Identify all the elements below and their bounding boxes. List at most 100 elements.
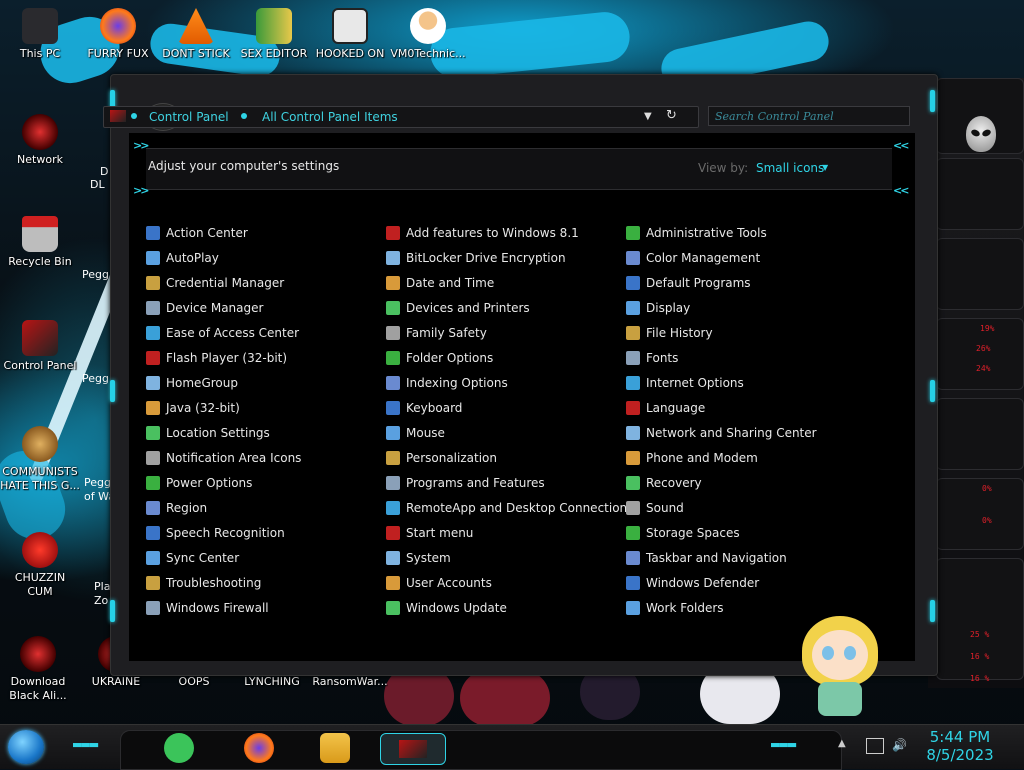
cp-item-system[interactable]: System xyxy=(386,548,451,568)
cp-item-location-settings[interactable]: Location Settings xyxy=(146,423,270,443)
cp-item-windows-update[interactable]: Windows Update xyxy=(386,598,507,618)
cp-item-icon xyxy=(386,576,400,590)
cp-item-autoplay[interactable]: AutoPlay xyxy=(146,248,219,268)
cp-item-flash-player-32-bit[interactable]: Flash Player (32-bit) xyxy=(146,348,287,368)
alien-download-icon xyxy=(20,636,56,672)
partial-icon-label: D xyxy=(100,165,109,178)
cp-item-notification-area-icons[interactable]: Notification Area Icons xyxy=(146,448,301,468)
cp-item-label: Fonts xyxy=(646,351,679,365)
desktop-icon-chuzzin-cum[interactable]: CHUZZIN CUM xyxy=(2,532,78,599)
desktop-icon-this-pc[interactable]: This PC xyxy=(2,8,78,61)
cp-item-action-center[interactable]: Action Center xyxy=(146,223,248,243)
desktop-icon-dont-stick[interactable]: DONT STICK xyxy=(158,8,234,61)
taskbar-chevron-icon: ▬▬▬ xyxy=(770,738,797,751)
cp-item-devices-and-printers[interactable]: Devices and Printers xyxy=(386,298,530,318)
cp-item-phone-and-modem[interactable]: Phone and Modem xyxy=(626,448,758,468)
breadcrumb-all-items[interactable]: All Control Panel Items xyxy=(262,110,398,124)
address-dropdown-icon[interactable]: ▼ xyxy=(644,111,652,122)
cp-item-file-history[interactable]: File History xyxy=(626,323,713,343)
cp-item-icon xyxy=(386,601,400,615)
cp-item-label: Language xyxy=(646,401,706,415)
firefox-taskbar-icon[interactable] xyxy=(244,733,274,763)
cp-item-label: Flash Player (32-bit) xyxy=(166,351,288,365)
network-tray-icon[interactable] xyxy=(866,738,884,754)
cp-item-label: HomeGroup xyxy=(166,376,238,390)
cp-item-icon xyxy=(626,351,640,365)
cp-item-display[interactable]: Display xyxy=(626,298,690,318)
cp-item-icon xyxy=(386,251,400,265)
cp-item-troubleshooting[interactable]: Troubleshooting xyxy=(146,573,261,593)
cp-item-date-and-time[interactable]: Date and Time xyxy=(386,273,494,293)
maze-game-icon xyxy=(332,8,368,44)
cp-item-administrative-tools[interactable]: Administrative Tools xyxy=(626,223,767,243)
cp-item-windows-defender[interactable]: Windows Defender xyxy=(626,573,759,593)
desktop-icon-control-panel[interactable]: Control Panel xyxy=(2,320,78,373)
cp-item-icon xyxy=(626,326,640,340)
cp-item-family-safety[interactable]: Family Safety xyxy=(386,323,487,343)
breadcrumb-dot-icon xyxy=(131,113,137,119)
refresh-icon[interactable]: ↻ xyxy=(666,108,677,123)
cp-item-mouse[interactable]: Mouse xyxy=(386,423,445,443)
notes-app-icon[interactable] xyxy=(164,733,194,763)
control-panel-taskbar-button[interactable] xyxy=(380,733,446,765)
cp-item-color-management[interactable]: Color Management xyxy=(626,248,760,268)
cp-item-user-accounts[interactable]: User Accounts xyxy=(386,573,492,593)
cp-item-sound[interactable]: Sound xyxy=(626,498,684,518)
cp-item-add-features-to-windows-8-1[interactable]: Add features to Windows 8.1 xyxy=(386,223,579,243)
file-explorer-icon[interactable] xyxy=(320,733,350,763)
desktop-icon-vm0technician[interactable]: VM0Technic... xyxy=(390,8,466,61)
cp-item-recovery[interactable]: Recovery xyxy=(626,473,702,493)
cp-item-icon xyxy=(146,351,160,365)
search-input[interactable]: Search Control Panel xyxy=(708,106,910,126)
system-clock[interactable]: 5:44 PM 8/5/2023 xyxy=(920,728,1000,764)
cp-item-speech-recognition[interactable]: Speech Recognition xyxy=(146,523,285,543)
breadcrumb-control-panel[interactable]: Control Panel xyxy=(149,110,229,124)
desktop-icon-network[interactable]: Network xyxy=(2,114,78,167)
desktop-icon-download-black-ali[interactable]: Download Black Ali... xyxy=(0,636,76,703)
clock-time: 5:44 PM xyxy=(929,728,991,746)
cp-item-default-programs[interactable]: Default Programs xyxy=(626,273,751,293)
cp-item-folder-options[interactable]: Folder Options xyxy=(386,348,493,368)
cp-item-windows-firewall[interactable]: Windows Firewall xyxy=(146,598,269,618)
show-hidden-icons-icon[interactable]: ▲ xyxy=(838,738,854,752)
cp-item-storage-spaces[interactable]: Storage Spaces xyxy=(626,523,740,543)
cp-item-power-options[interactable]: Power Options xyxy=(146,473,252,493)
chevron-down-icon[interactable]: ▼ xyxy=(822,163,828,172)
cp-item-label: Keyboard xyxy=(406,401,463,415)
cp-item-indexing-options[interactable]: Indexing Options xyxy=(386,373,508,393)
cp-item-fonts[interactable]: Fonts xyxy=(626,348,678,368)
cp-item-credential-manager[interactable]: Credential Manager xyxy=(146,273,284,293)
desktop-icon-furry-fux[interactable]: FURRY FUX xyxy=(80,8,156,61)
desktop-icon-communists[interactable]: COMMUNISTS HATE THIS G... xyxy=(0,426,80,493)
cp-item-label: Windows Defender xyxy=(646,576,760,590)
cp-item-personalization[interactable]: Personalization xyxy=(386,448,497,468)
cp-item-label: Storage Spaces xyxy=(646,526,740,540)
desktop-icon-recycle-bin[interactable]: Recycle Bin xyxy=(2,216,78,269)
cp-item-label: Ease of Access Center xyxy=(166,326,300,340)
cp-item-keyboard[interactable]: Keyboard xyxy=(386,398,462,418)
cp-item-ease-of-access-center[interactable]: Ease of Access Center xyxy=(146,323,299,343)
cp-item-icon xyxy=(386,526,400,540)
volume-icon[interactable]: 🔊 xyxy=(892,738,908,752)
cp-item-region[interactable]: Region xyxy=(146,498,207,518)
cp-item-start-menu[interactable]: Start menu xyxy=(386,523,473,543)
cp-item-sync-center[interactable]: Sync Center xyxy=(146,548,239,568)
cp-item-bitlocker-drive-encryption[interactable]: BitLocker Drive Encryption xyxy=(386,248,566,268)
view-by-dropdown[interactable]: Small icons xyxy=(756,161,824,175)
cp-item-work-folders[interactable]: Work Folders xyxy=(626,598,724,618)
cp-item-taskbar-and-navigation[interactable]: Taskbar and Navigation xyxy=(626,548,787,568)
desktop-icon-sex-editor[interactable]: SEX EDITOR xyxy=(236,8,312,61)
cp-item-java-32-bit[interactable]: Java (32-bit) xyxy=(146,398,240,418)
cp-item-language[interactable]: Language xyxy=(626,398,705,418)
cp-item-programs-and-features[interactable]: Programs and Features xyxy=(386,473,545,493)
address-bar[interactable]: Control Panel All Control Panel Items ▼ … xyxy=(103,106,699,128)
cp-item-remoteapp-and-desktop-connections[interactable]: RemoteApp and Desktop Connections xyxy=(386,498,633,518)
cp-item-network-and-sharing-center[interactable]: Network and Sharing Center xyxy=(626,423,817,443)
start-button[interactable] xyxy=(8,730,44,764)
cp-item-icon xyxy=(146,226,160,240)
desktop-icon-hooked-on[interactable]: HOOKED ON xyxy=(312,8,388,61)
cp-item-internet-options[interactable]: Internet Options xyxy=(626,373,744,393)
cp-item-device-manager[interactable]: Device Manager xyxy=(146,298,263,318)
control-panel-small-icon xyxy=(110,110,126,122)
cp-item-homegroup[interactable]: HomeGroup xyxy=(146,373,238,393)
